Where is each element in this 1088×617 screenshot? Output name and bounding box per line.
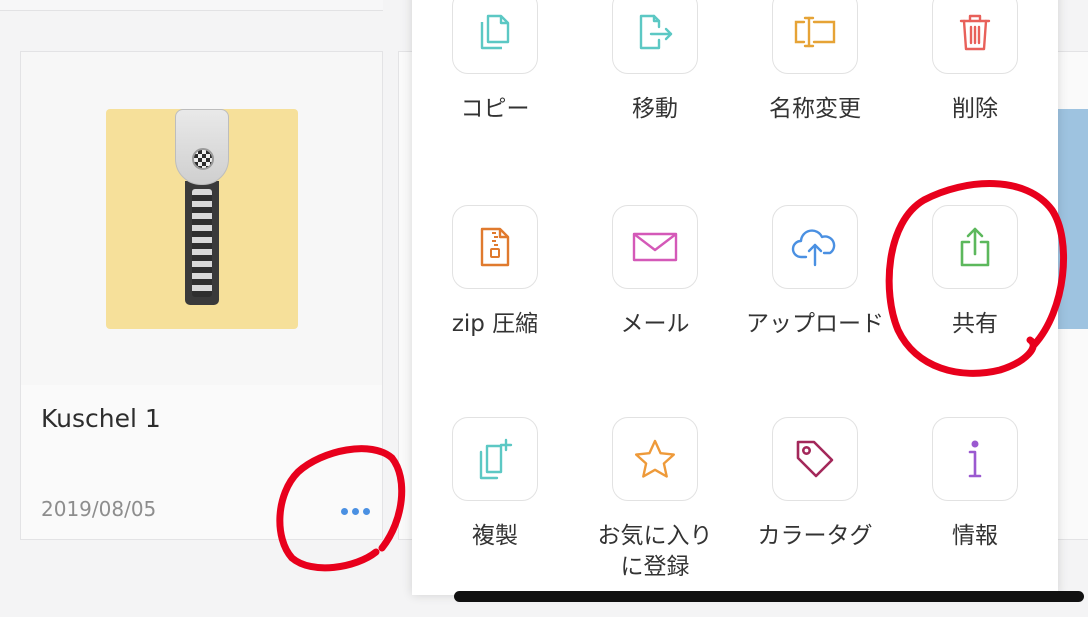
- action-copy[interactable]: コピー: [415, 0, 575, 125]
- info-icon[interactable]: [932, 417, 1018, 501]
- file-date: 2019/08/05: [41, 497, 157, 521]
- mail-icon[interactable]: [612, 205, 698, 289]
- action-label: 複製: [472, 523, 518, 549]
- action-label: アップロード: [746, 311, 884, 337]
- action-label: メール: [620, 311, 690, 337]
- action-mail[interactable]: メール: [575, 205, 735, 340]
- action-delete[interactable]: 削除: [895, 0, 1055, 125]
- copy-icon[interactable]: [452, 0, 538, 74]
- duplicate-icon[interactable]: [452, 417, 538, 501]
- action-move[interactable]: 移動: [575, 0, 735, 125]
- action-favorite[interactable]: お気に入りに登録: [575, 417, 735, 583]
- file-name: Kuschel 1: [41, 404, 161, 433]
- action-zip[interactable]: zip 圧縮: [415, 205, 575, 340]
- action-duplicate[interactable]: 複製: [415, 417, 575, 552]
- more-options-button[interactable]: [331, 498, 379, 524]
- action-sheet: コピー 移動 名称変更 削除 zip 圧縮 メール アップロード 共有 複製 お…: [412, 0, 1058, 595]
- action-upload[interactable]: アップロード: [735, 205, 895, 340]
- thumbnail-area: [21, 52, 382, 385]
- file-card-partial-right[interactable]: [1057, 51, 1088, 540]
- cloud-upload-icon[interactable]: [772, 205, 858, 289]
- action-label: お気に入りに登録: [597, 523, 713, 580]
- action-label: zip 圧縮: [451, 311, 539, 337]
- action-label: 削除: [952, 96, 998, 122]
- action-info[interactable]: 情報: [895, 417, 1055, 552]
- rename-icon[interactable]: [772, 0, 858, 74]
- action-color-tag[interactable]: カラータグ: [735, 417, 895, 552]
- move-icon[interactable]: [612, 0, 698, 74]
- action-label: カラータグ: [757, 523, 873, 549]
- zip-file-icon[interactable]: [452, 205, 538, 289]
- zip-archive-icon: [106, 109, 298, 329]
- file-card[interactable]: Kuschel 1 2019/08/05: [20, 51, 383, 540]
- share-icon[interactable]: [932, 205, 1018, 289]
- more-dots-icon: [340, 507, 348, 515]
- action-rename[interactable]: 名称変更: [735, 0, 895, 125]
- action-label: コピー: [460, 96, 530, 122]
- trash-icon[interactable]: [932, 0, 1018, 74]
- action-label: 共有: [952, 311, 998, 337]
- action-share[interactable]: 共有: [895, 205, 1055, 340]
- action-label: 移動: [632, 96, 678, 122]
- star-icon[interactable]: [612, 417, 698, 501]
- tag-icon[interactable]: [772, 417, 858, 501]
- previous-card-edge: [0, 0, 383, 11]
- home-indicator: [454, 591, 1084, 602]
- action-label: 名称変更: [769, 96, 861, 122]
- action-label: 情報: [952, 523, 998, 549]
